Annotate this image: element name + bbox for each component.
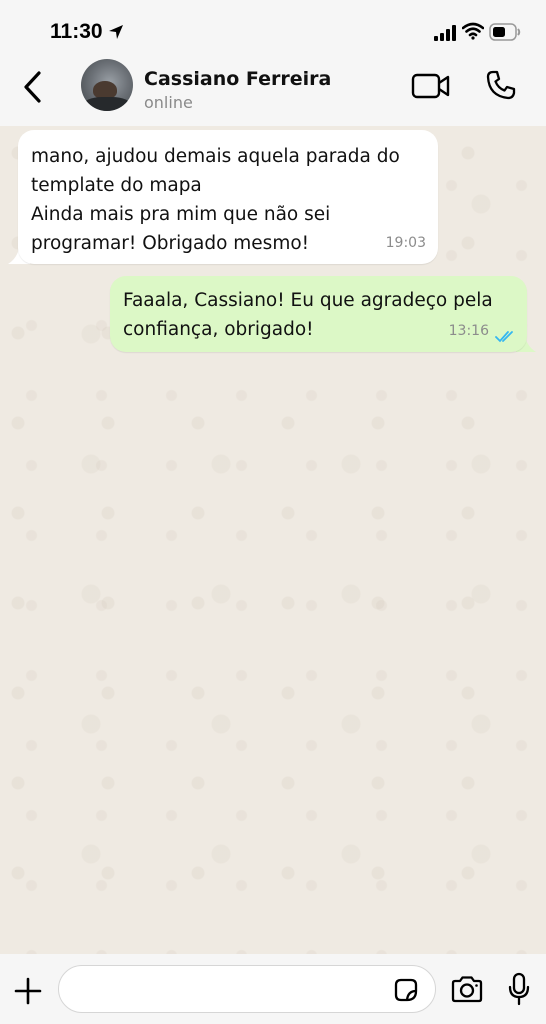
camera-icon[interactable]: [450, 975, 484, 1003]
incoming-message[interactable]: mano, ajudou demais aquela parada do tem…: [18, 130, 438, 264]
microphone-icon[interactable]: [507, 972, 531, 1006]
back-icon[interactable]: [20, 69, 46, 105]
outgoing-message[interactable]: Faaala, Cassiano! Eu que agradeço pela c…: [110, 276, 527, 352]
plus-icon[interactable]: [14, 977, 42, 1005]
sticker-icon[interactable]: [392, 976, 420, 1004]
double-check-read-icon: [495, 331, 513, 343]
status-bar: 11:30: [0, 0, 546, 60]
battery-icon: [489, 23, 521, 41]
avatar[interactable]: [81, 59, 133, 111]
signal-icon: [434, 25, 456, 41]
input-bar: [0, 954, 546, 1024]
message-time: 19:03: [385, 235, 426, 251]
message-text: mano, ajudou demais aquela parada do tem…: [31, 146, 400, 254]
contact-status: online: [144, 93, 193, 112]
chat-area[interactable]: mano, ajudou demais aquela parada do tem…: [0, 126, 546, 954]
wifi-icon: [462, 22, 484, 40]
location-arrow-icon: [109, 25, 123, 39]
status-time: 11:30: [50, 20, 103, 43]
video-call-icon[interactable]: [411, 72, 451, 100]
message-time: 13:16: [448, 323, 489, 339]
voice-call-icon[interactable]: [485, 69, 517, 101]
message-text: Faaala, Cassiano! Eu que agradeço pela c…: [123, 290, 493, 340]
message-input[interactable]: [58, 965, 436, 1013]
contact-name[interactable]: Cassiano Ferreira: [144, 68, 331, 90]
chat-header: Cassiano Ferreira online: [0, 56, 546, 126]
